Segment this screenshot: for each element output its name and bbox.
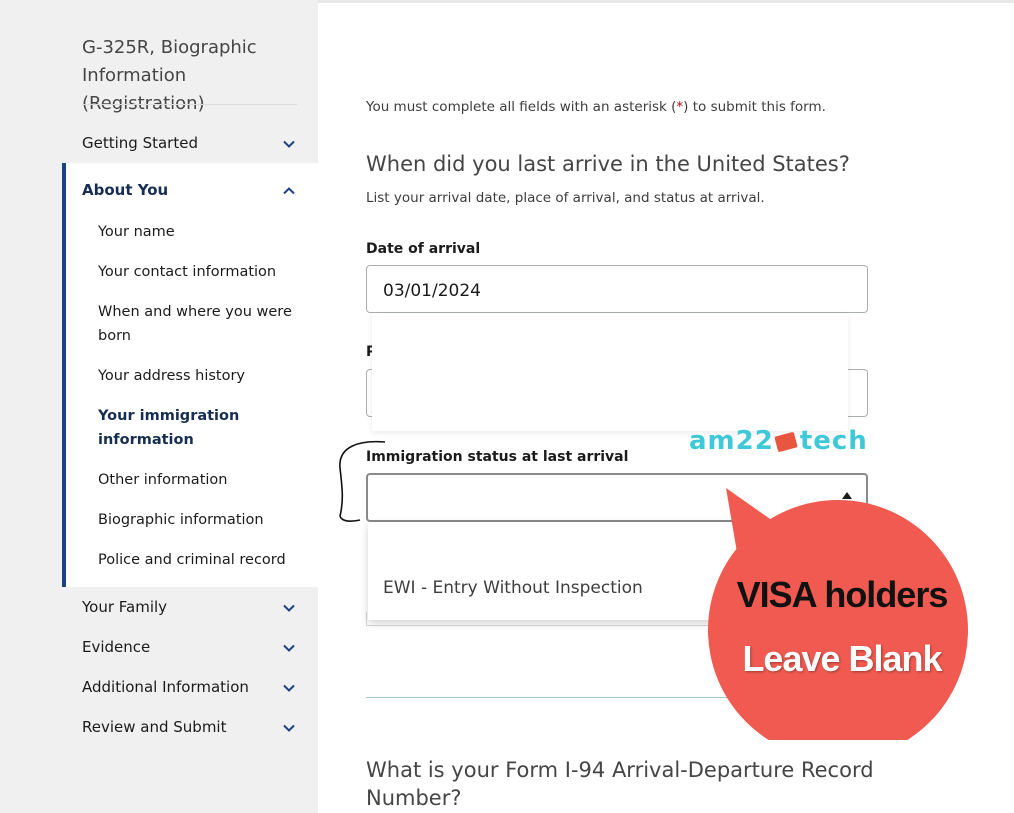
watermark-text-right: tech bbox=[799, 426, 868, 456]
required-fields-note: You must complete all fields with an ast… bbox=[366, 99, 826, 115]
nav-section-label: Evidence bbox=[82, 638, 151, 656]
nav-section-additional-information[interactable]: Additional Information bbox=[82, 678, 300, 696]
sidebar-item-your-name[interactable]: Your name bbox=[98, 220, 298, 244]
chevron-down-icon bbox=[282, 134, 298, 154]
arrival-question-heading: When did you last arrive in the United S… bbox=[366, 152, 850, 176]
chevron-up-icon bbox=[282, 181, 298, 201]
date-picker-popup bbox=[372, 313, 848, 431]
sidebar-item-birth[interactable]: When and where you were born bbox=[98, 300, 298, 348]
nav-section-label: About You bbox=[82, 181, 169, 199]
form-title: G-325R, Biographic Information (Registra… bbox=[82, 37, 257, 114]
chevron-down-icon bbox=[282, 598, 298, 618]
immigration-status-label: Immigration status at last arrival bbox=[366, 449, 629, 465]
nav-section-about-you[interactable]: About You bbox=[82, 181, 300, 199]
intro-text: You must complete all fields with an ast… bbox=[366, 99, 677, 115]
dropdown-option-ewi[interactable]: EWI - Entry Without Inspection bbox=[383, 578, 643, 598]
sidebar-item-address-history[interactable]: Your address history bbox=[98, 364, 298, 388]
watermark-text-left: am22 bbox=[689, 426, 774, 456]
nav-section-label: Additional Information bbox=[82, 678, 249, 696]
nav-section-your-family[interactable]: Your Family bbox=[82, 598, 300, 616]
date-of-arrival-label: Date of arrival bbox=[366, 241, 481, 257]
sidebar-item-other-information[interactable]: Other information bbox=[98, 468, 298, 492]
chevron-down-icon bbox=[282, 718, 298, 738]
sidebar-item-contact-information[interactable]: Your contact information bbox=[98, 260, 298, 284]
nav-section-review-and-submit[interactable]: Review and Submit bbox=[82, 718, 300, 736]
nav-section-getting-started[interactable]: Getting Started bbox=[82, 134, 300, 152]
hand-drawn-bracket bbox=[339, 440, 386, 522]
active-section-bar bbox=[62, 163, 66, 587]
intro-text-end: ) to submit this form. bbox=[683, 99, 826, 115]
nav-section-label: Getting Started bbox=[82, 134, 198, 152]
nav-section-label: Review and Submit bbox=[82, 718, 227, 736]
i94-question-heading: What is your Form I-94 Arrival-Departure… bbox=[366, 758, 874, 810]
nav-section-evidence[interactable]: Evidence bbox=[82, 638, 300, 656]
arrival-question-hint: List your arrival date, place of arrival… bbox=[366, 190, 765, 206]
date-of-arrival-value: 03/01/2024 bbox=[383, 281, 481, 301]
nav-section-label: Your Family bbox=[82, 598, 168, 616]
sidebar-nav: G-325R, Biographic Information (Registra… bbox=[0, 0, 318, 813]
chevron-down-icon bbox=[282, 678, 298, 698]
sidebar-item-biographic-information[interactable]: Biographic information bbox=[98, 508, 298, 532]
title-divider bbox=[82, 104, 297, 105]
section-divider bbox=[366, 697, 746, 698]
sidebar-item-police-record[interactable]: Police and criminal record bbox=[98, 548, 298, 572]
callout-line-2: Leave Blank bbox=[742, 638, 942, 679]
callout-line-1: VISA holders bbox=[736, 574, 949, 615]
sidebar-item-immigration-information[interactable]: Your immigration information bbox=[98, 404, 298, 452]
chevron-down-icon bbox=[282, 638, 298, 658]
